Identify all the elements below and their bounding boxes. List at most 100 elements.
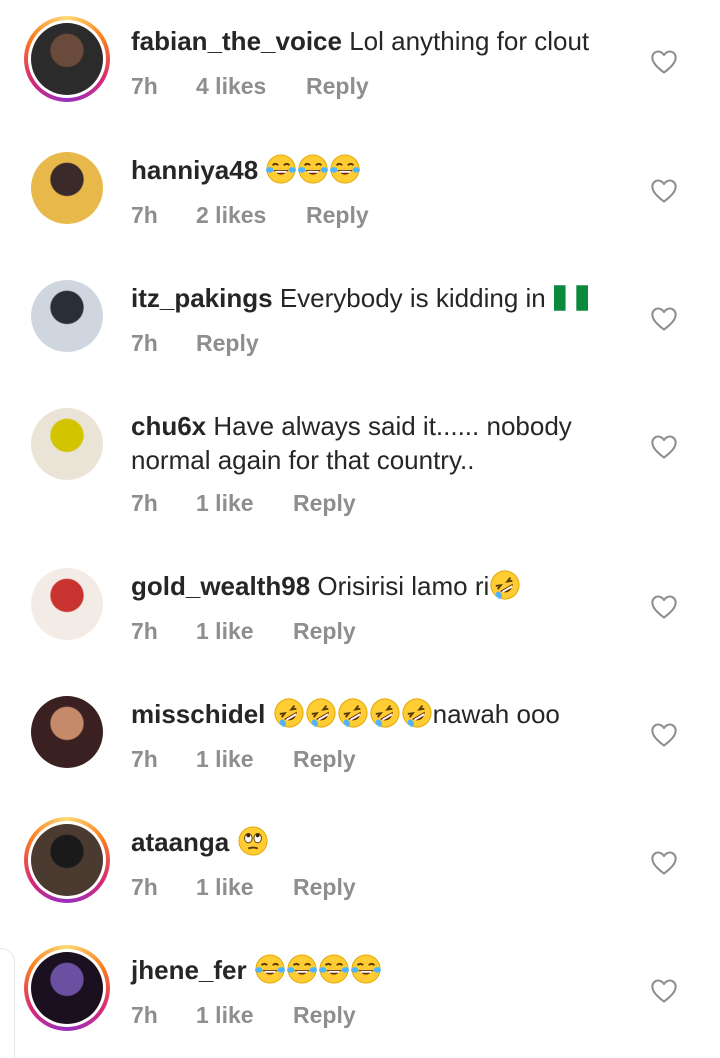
timestamp: 7h [131,73,158,99]
rofl-emoji [402,698,432,728]
heart-outline-icon[interactable] [650,849,678,877]
avatar-photo [31,696,103,768]
heart-outline-icon[interactable] [650,177,678,205]
avatar[interactable] [24,145,110,231]
comment-line: gold_wealth98 Orisirisi lamo ri [131,569,611,603]
comment-line: hanniya48 [131,153,611,187]
username-link[interactable]: jhene_fer [131,955,247,985]
likes-count[interactable]: 1 like [196,490,293,517]
avatar-photo [31,952,103,1024]
comment-meta: 7h 1 like Reply [131,1002,356,1029]
comment-text: ataanga [131,825,611,859]
avatar-photo [31,23,103,95]
avatar-photo [31,824,103,896]
heart-outline-icon[interactable] [650,305,678,333]
comment-line: jhene_fer [131,953,611,987]
username-link[interactable]: gold_wealth98 [131,571,310,601]
tears-of-joy-emoji [298,154,328,184]
tears-of-joy-emoji [287,954,317,984]
comment-body: nawah ooo [432,699,560,729]
reply-button[interactable]: Reply [306,73,369,100]
story-ring [28,949,106,1027]
rofl-emoji [306,698,336,728]
timestamp: 7h [131,746,158,772]
comment-body: Lol anything for clout [341,26,590,56]
likes-count[interactable]: 1 like [196,874,293,901]
rofl-emoji [338,698,368,728]
avatar[interactable] [24,16,110,102]
tears-of-joy-emoji [330,154,360,184]
heart-outline-icon[interactable] [650,593,678,621]
eye-roll-emoji [238,826,268,856]
username-link[interactable]: chu6x [131,411,206,441]
reply-button[interactable]: Reply [196,330,259,357]
avatar-photo [31,280,103,352]
comment-text: fabian_the_voice Lol anything for clout [131,24,611,58]
tears-of-joy-emoji [319,954,349,984]
avatar[interactable] [24,945,110,1031]
comment-line: itz_pakings Everybody is kidding in [131,281,611,315]
timestamp: 7h [131,618,158,644]
story-ring [28,821,106,899]
comment-body: Have always said it...... nobody [206,411,572,441]
timestamp: 7h [131,1002,158,1028]
heart-outline-icon[interactable] [650,977,678,1005]
story-ring [28,20,106,98]
heart-outline-icon[interactable] [650,48,678,76]
comment-line: misschidel nawah ooo [131,697,611,731]
avatar[interactable] [24,561,110,647]
tears-of-joy-emoji [255,954,285,984]
heart-outline-icon[interactable] [650,721,678,749]
comment-meta: 7h 2 likes Reply [131,202,369,229]
avatar[interactable] [24,273,110,359]
comment-text: jhene_fer [131,953,611,987]
comment-body-line-2: normal again for that country.. [131,445,475,475]
avatar-photo [31,152,103,224]
comment-meta: 7h 1 like Reply [131,746,356,773]
reply-button[interactable]: Reply [293,618,356,645]
comment-body: Everybody is kidding in [272,283,553,313]
comment-text: gold_wealth98 Orisirisi lamo ri [131,569,611,603]
username-link[interactable]: ataanga [131,827,229,857]
comment-meta: 7h 1 like Reply [131,618,356,645]
reply-button[interactable]: Reply [293,490,356,517]
comment-text: misschidel nawah ooo [131,697,611,731]
reply-button[interactable]: Reply [293,874,356,901]
likes-count[interactable]: 1 like [196,618,293,645]
timestamp: 7h [131,202,158,228]
avatar[interactable] [24,689,110,775]
panel-edge [0,948,15,1058]
timestamp: 7h [131,874,158,900]
avatar-photo [31,568,103,640]
comment-meta: 7h 1 like Reply [131,874,356,901]
likes-count[interactable]: 1 like [196,746,293,773]
username-link[interactable]: fabian_the_voice [131,26,342,56]
timestamp: 7h [131,330,158,356]
rofl-emoji [274,698,304,728]
comment-text: chu6x Have always said it...... nobody no… [131,409,611,477]
timestamp: 7h [131,490,158,516]
tears-of-joy-emoji [351,954,381,984]
heart-outline-icon[interactable] [650,433,678,461]
likes-count[interactable]: 4 likes [196,73,306,100]
reply-button[interactable]: Reply [306,202,369,229]
likes-count[interactable]: 1 like [196,1002,293,1029]
username-link[interactable]: misschidel [131,699,265,729]
comment-line: fabian_the_voice Lol anything for clout [131,24,611,58]
comment-text: hanniya48 [131,153,611,187]
reply-button[interactable]: Reply [293,746,356,773]
username-link[interactable]: itz_pakings [131,283,273,313]
avatar-photo [31,408,103,480]
avatar[interactable] [24,817,110,903]
nigeria-flag-emoji [554,285,588,311]
comment-body: Orisirisi lamo ri [310,571,490,601]
tears-of-joy-emoji [266,154,296,184]
avatar[interactable] [24,401,110,487]
likes-count[interactable]: 2 likes [196,202,306,229]
comment-line: ataanga [131,825,611,859]
reply-button[interactable]: Reply [293,1002,356,1029]
username-link[interactable]: hanniya48 [131,155,258,185]
comment-meta: 7h Reply [131,330,259,357]
comment-text: itz_pakings Everybody is kidding in [131,281,611,315]
comment-line: chu6x Have always said it...... nobody [131,409,611,443]
